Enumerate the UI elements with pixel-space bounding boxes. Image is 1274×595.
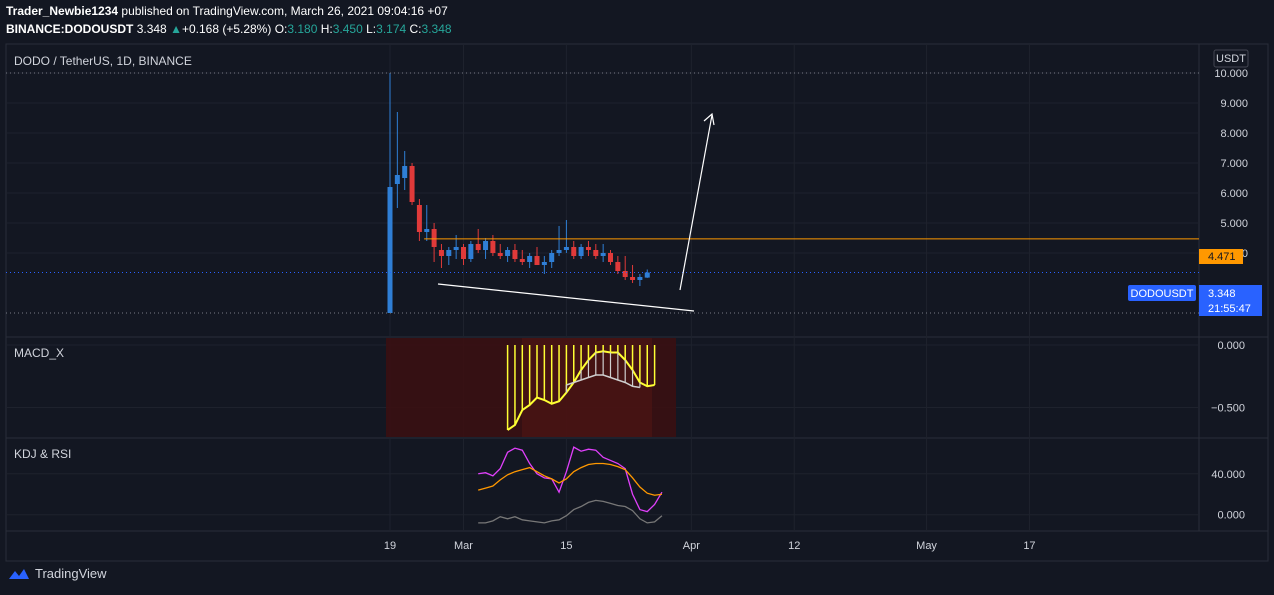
indicator-tick-label: −0.500 bbox=[1211, 403, 1245, 415]
kdj-rsi-series bbox=[478, 446, 663, 524]
main-pane-title: DODO / TetherUS, 1D, BINANCE bbox=[14, 54, 192, 68]
price-tick-label: 9.000 bbox=[1220, 98, 1248, 110]
time-tick-label: 17 bbox=[1023, 540, 1035, 552]
candle-body bbox=[490, 241, 496, 253]
time-tick-label: 19 bbox=[384, 540, 396, 552]
candle-body bbox=[615, 262, 621, 271]
candle-body bbox=[461, 247, 466, 259]
candle-body bbox=[446, 250, 452, 256]
candle-body bbox=[571, 247, 577, 256]
tradingview-logo-icon bbox=[9, 568, 29, 579]
kdj-pane-title: KDJ & RSI bbox=[14, 447, 71, 461]
candle-body bbox=[497, 253, 503, 256]
currency-badge-label: USDT bbox=[1216, 53, 1246, 65]
grid-lines bbox=[6, 44, 1199, 531]
price-tick-label: 10.000 bbox=[1214, 68, 1248, 80]
level-tag-label: 4.471 bbox=[1208, 251, 1236, 263]
time-tick-label: Apr bbox=[683, 540, 700, 552]
symbol-tag-label: DODOUSDT bbox=[1131, 288, 1194, 300]
candle-body bbox=[637, 277, 643, 280]
candle-body bbox=[644, 272, 650, 278]
candle-body bbox=[409, 166, 415, 202]
chart-canvas[interactable]: DODO / TetherUS, 1D, BINANCE USDT MACD_X… bbox=[0, 0, 1274, 595]
candle-body bbox=[402, 166, 408, 178]
footer: TradingView bbox=[8, 566, 107, 581]
candle-body bbox=[527, 256, 533, 262]
candle-body bbox=[431, 229, 437, 247]
time-tick-label: 12 bbox=[788, 540, 800, 552]
candle-body bbox=[505, 250, 511, 256]
time-tick-label: 15 bbox=[560, 540, 572, 552]
time-tick-label: May bbox=[916, 540, 937, 552]
candle-body bbox=[475, 244, 481, 250]
candle-body bbox=[519, 259, 525, 262]
candle-body bbox=[541, 262, 547, 265]
candle-body bbox=[424, 229, 430, 232]
candle-body bbox=[630, 277, 636, 280]
candle-body bbox=[600, 253, 606, 256]
price-tick-label: 8.000 bbox=[1220, 128, 1248, 140]
last-price-tag-label: 3.348 bbox=[1208, 288, 1236, 300]
candle-body bbox=[608, 253, 613, 262]
candle-body bbox=[549, 253, 555, 262]
indicator-tick-label: 40.000 bbox=[1211, 469, 1245, 481]
candle-body bbox=[563, 247, 569, 250]
candle-body bbox=[468, 244, 474, 259]
price-tags: 4.471 DODOUSDT 3.348 21:55:47 bbox=[1128, 249, 1262, 316]
candle-body bbox=[622, 271, 628, 277]
projection-arrow-line[interactable] bbox=[679, 114, 713, 291]
indicator-tick-label: 0.000 bbox=[1217, 510, 1245, 522]
candle-body bbox=[438, 250, 444, 256]
indicator-tick-label: 0.000 bbox=[1217, 340, 1245, 352]
candle-body bbox=[585, 247, 591, 250]
kdj-d-line bbox=[478, 462, 663, 496]
time-tick-label: Mar bbox=[454, 540, 473, 552]
candle-body bbox=[512, 250, 518, 259]
candle-body bbox=[416, 205, 422, 232]
time-axis[interactable]: 19 Mar 15 Apr 12 May 17 bbox=[384, 540, 1036, 552]
countdown-label: 21:55:47 bbox=[1208, 303, 1251, 315]
price-tick-label: 7.000 bbox=[1220, 158, 1248, 170]
price-tick-label: 5.000 bbox=[1220, 218, 1248, 230]
candle-body bbox=[483, 241, 489, 250]
rsi-line bbox=[478, 499, 663, 524]
macd-series bbox=[386, 338, 676, 437]
candle-body bbox=[593, 250, 599, 256]
arrow-head-icon bbox=[703, 112, 715, 126]
candle-body bbox=[453, 247, 459, 250]
candle-body bbox=[578, 247, 584, 256]
candle-body bbox=[394, 175, 400, 184]
footer-brand[interactable]: TradingView bbox=[35, 566, 107, 581]
candle-body bbox=[534, 256, 540, 265]
macd-pane-title: MACD_X bbox=[14, 346, 64, 360]
price-tick-label: 6.000 bbox=[1220, 188, 1248, 200]
candle-body bbox=[387, 187, 393, 313]
candle-body bbox=[556, 250, 562, 253]
